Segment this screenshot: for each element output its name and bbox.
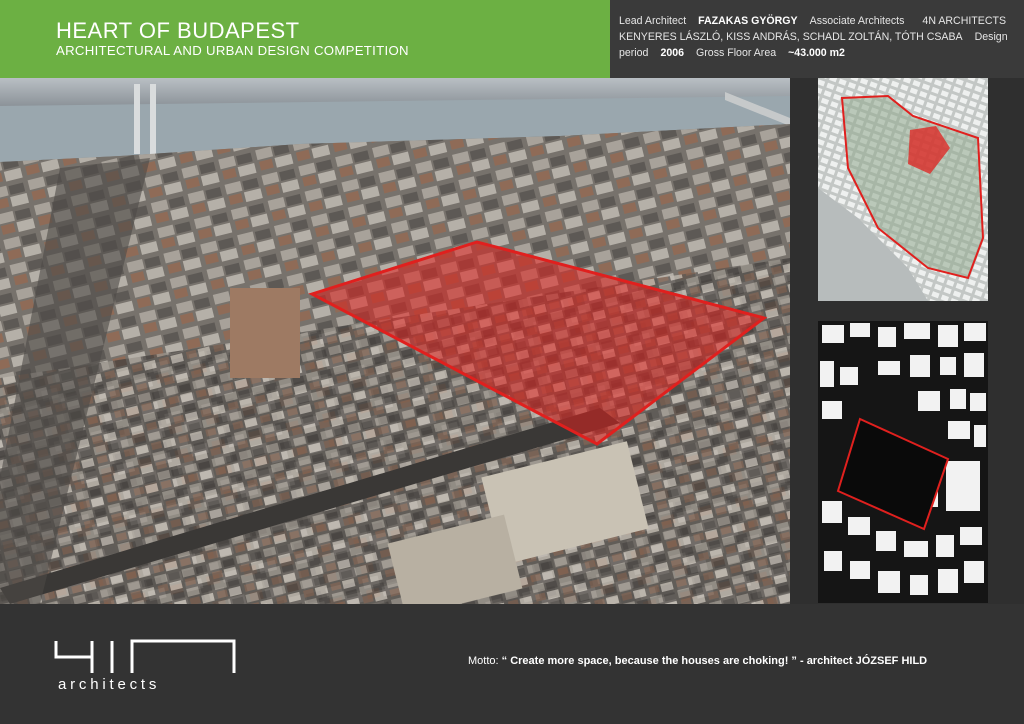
logo-wordmark: architects [58,676,161,693]
associate-architects-label: Associate Architects [809,15,905,27]
figure-ground-plan [818,321,988,603]
motto-quote: “ Create more space, because the houses … [501,655,928,667]
lead-architect-name: FAZAKAS GYÖRGY [698,15,798,27]
title-banner: HEART OF BUDAPEST ARCHITECTURAL AND URBA… [0,0,610,78]
design-label: Design [974,31,1008,43]
credits-block: Lead Architect FAZAKAS GYÖRGY Associate Ar… [610,0,1024,78]
period-label: period [619,47,649,59]
firm-name: 4N ARCHITECTS [922,15,1007,27]
credits-line-3: period 2006 Gross Floor Area ~43.000 m2 [619,47,1018,59]
period-value: 2006 [660,47,685,59]
page-title: HEART OF BUDAPEST [56,18,300,43]
page-subtitle: ARCHITECTURAL AND URBAN DESIGN COMPETITI… [56,43,409,58]
context-map [818,78,988,301]
credits-line-1: Lead Architect FAZAKAS GYÖRGY Associate Ar… [619,15,1018,27]
associate-names: KENYERES LÁSZLÓ, KISS ANDRÁS, SCHADL ZOL… [619,31,963,43]
lead-architect-label: Lead Architect [619,15,687,27]
motto-label: Motto: [468,655,499,667]
aerial-photo [0,78,790,604]
credits-line-2: KENYERES LÁSZLÓ, KISS ANDRÁS, SCHADL ZOL… [619,31,1018,43]
motto: Motto: “ Create more space, because the … [468,655,927,667]
area-value: ~43.000 m2 [788,47,845,59]
area-label: Gross Floor Area [696,47,777,59]
